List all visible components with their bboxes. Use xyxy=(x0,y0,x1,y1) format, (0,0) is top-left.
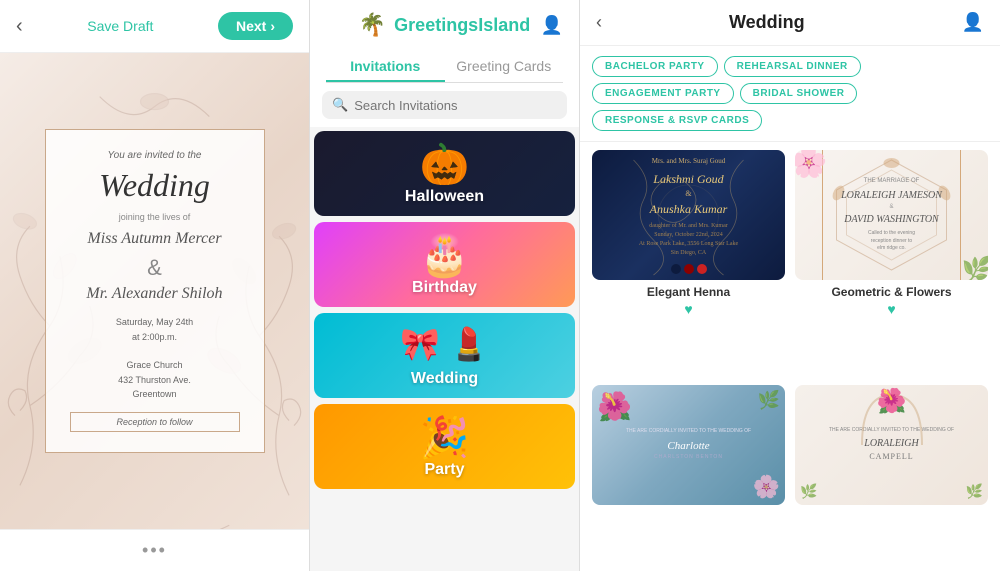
party-label: Party xyxy=(424,461,464,479)
halloween-label: Halloween xyxy=(405,188,484,206)
card-image-geometric: THE MARRIAGE OF LORALEIGH JAMESON & DAVI… xyxy=(795,150,988,280)
card-image-elegant-henna: Mrs. and Mrs. Suraj Goud Lakshmi Goud & … xyxy=(592,150,785,280)
filter-bachelor-party[interactable]: BACHELOR PARTY xyxy=(592,56,718,77)
card-thumb-geometric: THE MARRIAGE OF LORALEIGH JAMESON & DAVI… xyxy=(795,150,988,280)
card-name2: Mr. Alexander Shiloh xyxy=(70,283,240,305)
card-item-blue-floral[interactable]: THE ARE CORDIALLY INVITED TO THE WEDDING… xyxy=(592,385,785,563)
invitation-preview: You are invited to the Wedding joining t… xyxy=(0,53,309,529)
card-thumb-elegant-henna: Mrs. and Mrs. Suraj Goud Lakshmi Goud & … xyxy=(592,150,785,280)
card-heart-geometric[interactable]: ♥ xyxy=(887,301,895,317)
middle-header: 🌴 GreetingsIsland 👤 Invitations Greeting… xyxy=(310,0,579,83)
card-item-elegant-henna[interactable]: Mrs. and Mrs. Suraj Goud Lakshmi Goud & … xyxy=(592,150,785,375)
card-image-arch: THE ARE CORDIALLY INVITED TO THE WEDDING… xyxy=(795,385,988,505)
card-name-elegant-henna: Elegant Henna xyxy=(647,285,730,299)
wedding-label: Wedding xyxy=(411,370,478,388)
search-icon: 🔍 xyxy=(332,97,348,113)
category-halloween[interactable]: 🎃 Halloween xyxy=(314,131,575,216)
right-title: Wedding xyxy=(614,12,920,33)
birthday-label: Birthday xyxy=(412,279,477,297)
left-panel: ‹ Save Draft Next › xyxy=(0,0,310,571)
search-input[interactable] xyxy=(354,98,557,113)
party-emoji: 🎉 xyxy=(420,414,470,461)
brand-row: 🌴 GreetingsIsland 👤 xyxy=(326,12,563,38)
halloween-emoji: 🎃 xyxy=(420,141,470,188)
card-image-blue-floral: THE ARE CORDIALLY INVITED TO THE WEDDING… xyxy=(592,385,785,505)
category-party[interactable]: 🎉 Party xyxy=(314,404,575,489)
henna-overlay xyxy=(592,150,785,280)
tab-invitations[interactable]: Invitations xyxy=(326,50,445,82)
filter-rehearsal-dinner[interactable]: REHEARSAL DINNER xyxy=(724,56,861,77)
filter-engagement-party[interactable]: ENGAGEMENT PARTY xyxy=(592,83,734,104)
card-thumb-blue-floral: THE ARE CORDIALLY INVITED TO THE WEDDING… xyxy=(592,385,785,505)
filter-rsvp-cards[interactable]: RESPONSE & RSVP CARDS xyxy=(592,110,762,131)
category-wedding[interactable]: 🎀 💄 Wedding xyxy=(314,313,575,398)
filter-tags: BACHELOR PARTY REHEARSAL DINNER ENGAGEME… xyxy=(580,46,1000,142)
middle-panel: 🌴 GreetingsIsland 👤 Invitations Greeting… xyxy=(310,0,580,571)
birthday-emoji: 🎂 xyxy=(420,232,470,279)
more-options-button[interactable]: ••• xyxy=(142,540,167,561)
profile-icon-middle[interactable]: 👤 xyxy=(541,15,563,36)
wedding-emoji: 🎀 💄 xyxy=(400,325,489,363)
categories-list: 🎃 Halloween 🎂 Birthday 🎀 💄 Wedding 🎉 Par… xyxy=(310,127,579,571)
card-item-arch[interactable]: THE ARE CORDIALLY INVITED TO THE WEDDING… xyxy=(795,385,988,563)
search-inner: 🔍 xyxy=(322,91,567,119)
card-name1: Miss Autumn Mercer xyxy=(70,228,240,250)
right-profile-icon[interactable]: 👤 xyxy=(962,12,984,33)
cards-grid: Mrs. and Mrs. Suraj Goud Lakshmi Goud & … xyxy=(580,142,1000,571)
brand-icon: 🌴 xyxy=(359,12,386,38)
card-reception: Reception to follow xyxy=(70,412,240,432)
brand-name: GreetingsIsland xyxy=(394,15,530,36)
tabs-row: Invitations Greeting Cards xyxy=(326,50,563,83)
right-back-button[interactable]: ‹ xyxy=(596,12,602,33)
left-header: ‹ Save Draft Next › xyxy=(0,0,309,53)
next-button[interactable]: Next › xyxy=(218,12,293,40)
category-birthday[interactable]: 🎂 Birthday xyxy=(314,222,575,307)
card-content: You are invited to the Wedding joining t… xyxy=(45,129,265,452)
card-thumb-arch: THE ARE CORDIALLY INVITED TO THE WEDDING… xyxy=(795,385,988,505)
tab-greeting-cards[interactable]: Greeting Cards xyxy=(445,50,564,82)
card-invited-text: You are invited to the xyxy=(70,150,240,161)
back-button[interactable]: ‹ xyxy=(16,15,23,38)
search-bar: 🔍 xyxy=(310,83,579,127)
card-title: Wedding xyxy=(70,167,240,204)
right-panel: ‹ Wedding 👤 BACHELOR PARTY REHEARSAL DIN… xyxy=(580,0,1000,571)
save-draft-button[interactable]: Save Draft xyxy=(87,18,153,34)
card-name-geometric: Geometric & Flowers xyxy=(831,285,951,299)
filter-bridal-shower[interactable]: BRIDAL SHOWER xyxy=(740,83,858,104)
card-ampersand: & xyxy=(70,255,240,281)
card-heart-elegant-henna[interactable]: ♥ xyxy=(684,301,692,317)
left-footer: ••• xyxy=(0,529,309,571)
card-item-geometric[interactable]: THE MARRIAGE OF LORALEIGH JAMESON & DAVI… xyxy=(795,150,988,375)
right-header: ‹ Wedding 👤 xyxy=(580,0,1000,46)
card-joining-text: joining the lives of xyxy=(70,212,240,222)
card-date: Saturday, May 24th at 2:00p.m. Grace Chu… xyxy=(70,315,240,401)
